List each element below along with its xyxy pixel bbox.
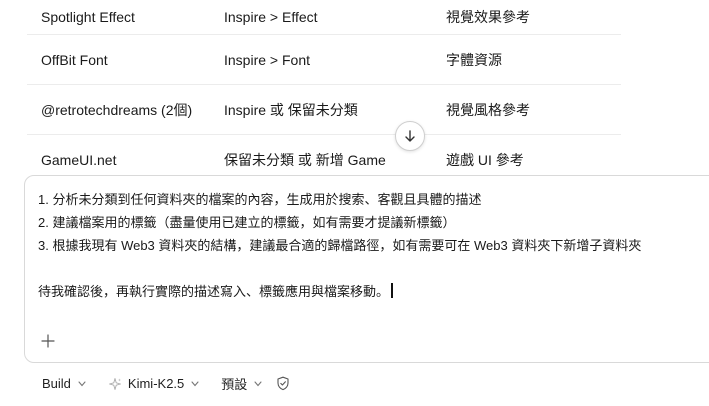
row-name: OffBit Font xyxy=(41,51,108,68)
row-path: Inspire 或 保留未分類 xyxy=(224,101,358,118)
chevron-down-icon xyxy=(78,380,86,387)
row-path: Inspire > Font xyxy=(224,51,310,68)
row-name: GameUI.net xyxy=(41,151,117,168)
arrow-down-icon xyxy=(405,130,415,142)
sparkle-icon xyxy=(108,377,122,391)
add-attachment-button[interactable] xyxy=(37,330,59,352)
row-name: @retrotechdreams (2個) xyxy=(41,101,193,118)
message-composer[interactable]: 1. 分析未分類到任何資料夾的檔案的內容，生成用於搜索、客觀且具體的描述 2. … xyxy=(24,175,709,363)
mode-label: Build xyxy=(42,376,71,391)
composer-line: 1. 分析未分類到任何資料夾的檔案的內容，生成用於搜索、客觀且具體的描述 xyxy=(38,192,482,207)
file-table: Spotlight Effect Inspire > Effect 視覺效果參考… xyxy=(27,0,621,185)
row-name: Spotlight Effect xyxy=(41,9,135,25)
chevron-down-icon xyxy=(254,380,262,387)
chevron-down-icon xyxy=(191,380,199,387)
permissions-button[interactable] xyxy=(276,376,290,391)
model-label: Kimi-K2.5 xyxy=(127,376,185,391)
composer-input[interactable]: 1. 分析未分類到任何資料夾的檔案的內容，生成用於搜索、客觀且具體的描述 2. … xyxy=(38,188,641,303)
shield-check-icon xyxy=(277,376,289,391)
composer-line: 待我確認後，再執行實際的描述寫入、標籤應用與檔案移動。 xyxy=(38,284,390,299)
row-note: 視覺風格參考 xyxy=(446,101,530,118)
composer-line-last: 待我確認後，再執行實際的描述寫入、標籤應用與檔案移動。 xyxy=(38,280,641,303)
table-row: Spotlight Effect Inspire > Effect 視覺效果參考 xyxy=(27,0,621,35)
table-row: @retrotechdreams (2個) Inspire 或 保留未分類 視覺… xyxy=(27,85,621,135)
row-path: 保留未分類 或 新增 Game xyxy=(224,151,386,168)
row-note: 視覺效果參考 xyxy=(446,9,530,25)
row-path: Inspire > Effect xyxy=(224,9,318,25)
row-note: 遊戲 UI 參考 xyxy=(446,151,524,168)
preset-selector[interactable]: 預設 xyxy=(221,374,262,393)
table-row: OffBit Font Inspire > Font 字體資源 xyxy=(27,35,621,85)
preset-label: 預設 xyxy=(221,377,248,392)
composer-line: 2. 建議檔案用的標籤（盡量使用已建立的標籤，如有需要才提議新標籤） xyxy=(38,215,456,230)
model-selector[interactable]: Kimi-K2.5 xyxy=(108,376,199,391)
scroll-to-bottom-button[interactable] xyxy=(395,121,425,151)
mode-selector[interactable]: Build xyxy=(42,376,86,391)
plus-icon xyxy=(41,334,55,348)
composer-toolbar: Build Kimi-K2.5 預設 xyxy=(42,374,290,393)
composer-line: 3. 根據我現有 Web3 資料夾的結構，建議最合適的歸檔路徑，如有需要可在 W… xyxy=(38,238,642,253)
row-note: 字體資源 xyxy=(446,51,502,68)
text-caret xyxy=(391,283,393,298)
